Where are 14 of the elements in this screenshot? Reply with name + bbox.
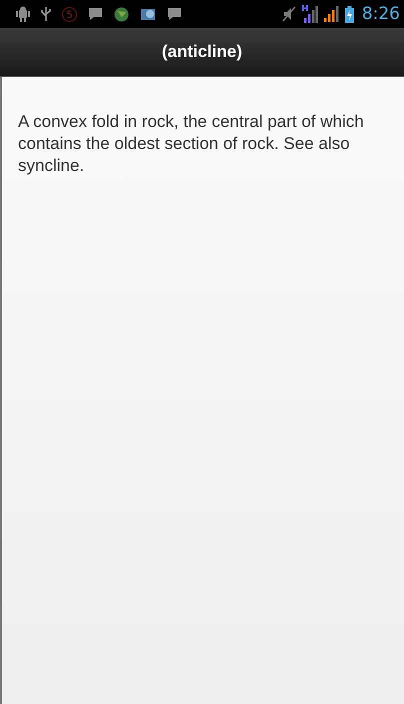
notification-badge: 5 bbox=[62, 6, 77, 22]
chat-icon bbox=[167, 7, 182, 21]
globe-icon bbox=[114, 6, 129, 22]
photo-icon bbox=[140, 6, 156, 22]
screen-title: (anticline) bbox=[162, 42, 242, 62]
definition-text: A convex fold in rock, the central part of which contains the oldest section of rock. See also syncline. bbox=[18, 111, 365, 177]
signal-icon bbox=[302, 5, 318, 23]
chat-icon bbox=[88, 7, 103, 21]
signal-icon bbox=[324, 6, 339, 22]
battery-icon bbox=[344, 6, 354, 22]
clock-time: 8:26 bbox=[362, 4, 400, 24]
usb-icon bbox=[41, 6, 51, 22]
mute-icon bbox=[282, 6, 296, 22]
android-icon bbox=[16, 6, 30, 22]
